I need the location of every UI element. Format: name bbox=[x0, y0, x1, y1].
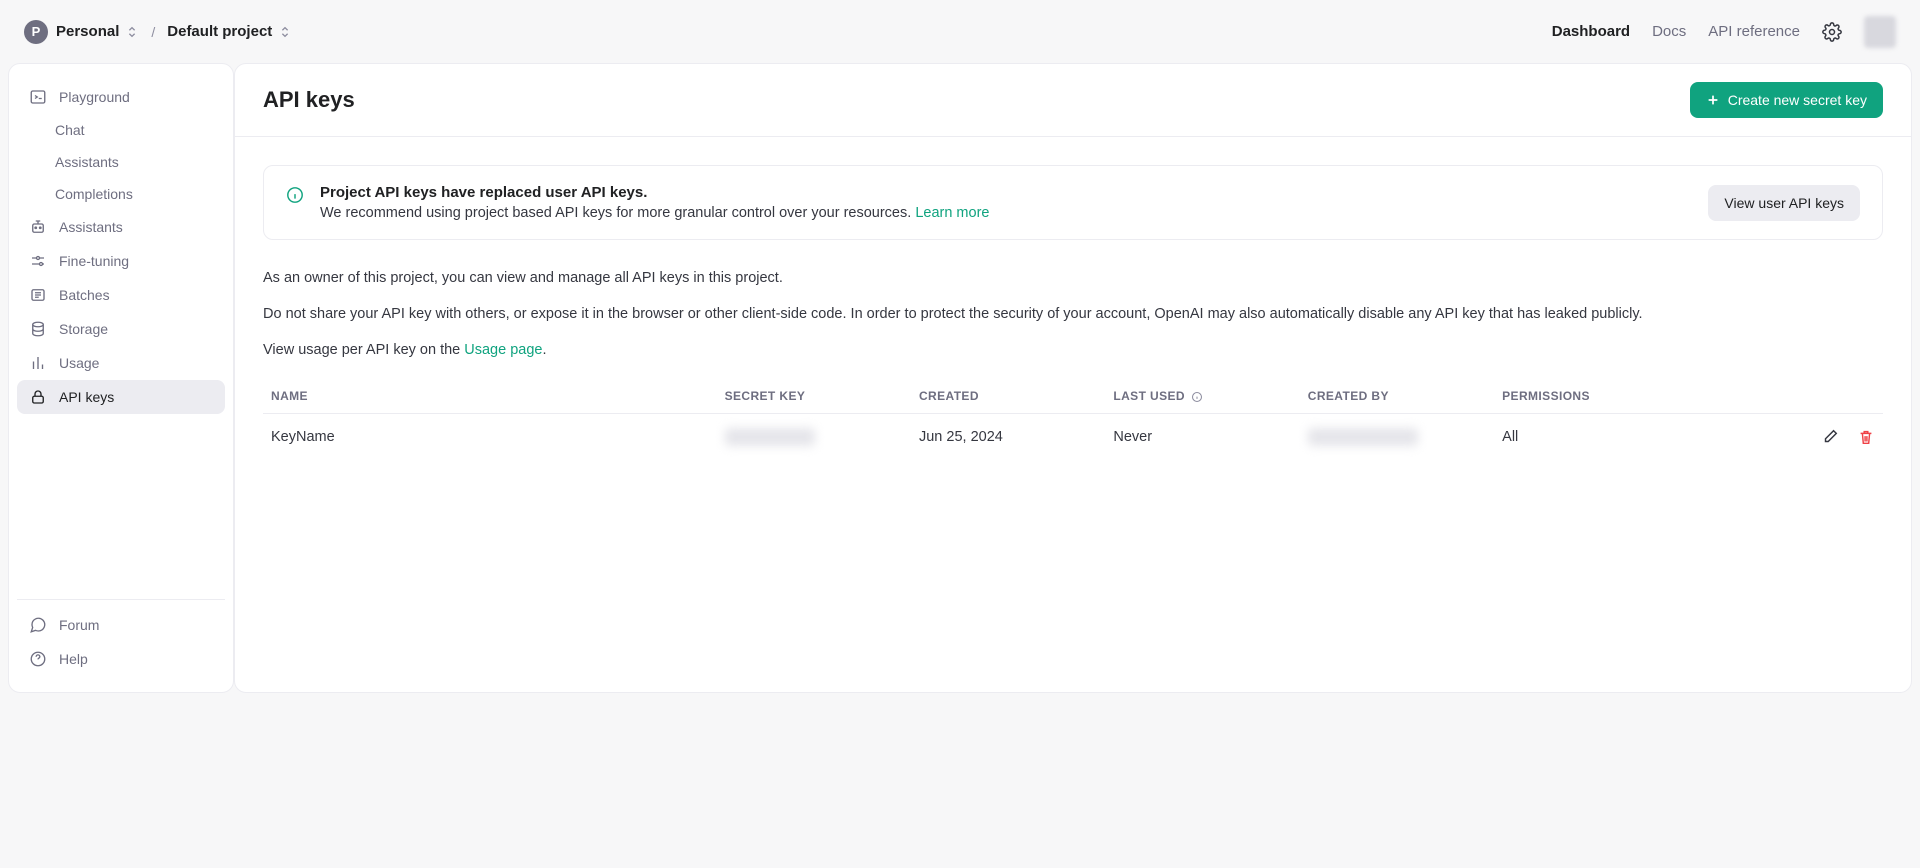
sidebar-item-label: Chat bbox=[55, 122, 85, 138]
terminal-icon bbox=[29, 88, 47, 106]
edit-icon[interactable] bbox=[1821, 428, 1839, 446]
gear-icon bbox=[1822, 22, 1842, 42]
cell-secret-key: sk-…redacted bbox=[717, 414, 911, 461]
sidebar-nav: Playground Chat Assistants Completions A… bbox=[17, 80, 225, 591]
trash-icon[interactable] bbox=[1857, 428, 1875, 446]
cell-created-by: redacted bbox=[1300, 414, 1494, 461]
body-paragraph-3: View usage per API key on the Usage page… bbox=[263, 340, 1883, 362]
org-name: Personal bbox=[56, 23, 119, 40]
topbar: P Personal / Default project Dashboard D… bbox=[0, 0, 1920, 63]
sidebar-item-storage[interactable]: Storage bbox=[17, 312, 225, 346]
nav-dashboard[interactable]: Dashboard bbox=[1552, 23, 1630, 40]
view-user-api-keys-button[interactable]: View user API keys bbox=[1708, 185, 1860, 221]
create-secret-key-button[interactable]: Create new secret key bbox=[1690, 82, 1883, 118]
sidebar-item-fine-tuning[interactable]: Fine-tuning bbox=[17, 244, 225, 278]
cell-created: Jun 25, 2024 bbox=[911, 414, 1105, 461]
sidebar-item-usage[interactable]: Usage bbox=[17, 346, 225, 380]
project-switcher[interactable]: Default project bbox=[167, 23, 292, 40]
p3-suffix: . bbox=[542, 342, 546, 358]
info-desc: We recommend using project based API key… bbox=[320, 205, 1692, 221]
sidebar-item-label: Fine-tuning bbox=[59, 253, 129, 269]
breadcrumb-separator: / bbox=[147, 24, 159, 40]
sidebar-item-assistants-sub[interactable]: Assistants bbox=[17, 146, 225, 178]
project-name: Default project bbox=[167, 23, 272, 40]
info-icon bbox=[286, 186, 304, 204]
org-avatar: P bbox=[24, 20, 48, 44]
info-box: Project API keys have replaced user API … bbox=[263, 165, 1883, 240]
cell-permissions: All bbox=[1494, 414, 1721, 461]
cell-actions bbox=[1721, 414, 1883, 461]
message-icon bbox=[29, 616, 47, 634]
create-button-label: Create new secret key bbox=[1728, 92, 1867, 108]
sidebar-item-assistants[interactable]: Assistants bbox=[17, 210, 225, 244]
p3-prefix: View usage per API key on the bbox=[263, 342, 464, 358]
help-icon bbox=[29, 650, 47, 668]
sidebar-item-completions[interactable]: Completions bbox=[17, 178, 225, 210]
nav-api-reference[interactable]: API reference bbox=[1708, 23, 1800, 40]
sidebar-item-help[interactable]: Help bbox=[17, 642, 225, 676]
th-last-used-label: LAST USED bbox=[1113, 389, 1185, 403]
database-icon bbox=[29, 320, 47, 338]
th-permissions: PERMISSIONS bbox=[1494, 379, 1721, 414]
created-by-redacted: redacted bbox=[1308, 428, 1418, 446]
sidebar-item-label: Help bbox=[59, 651, 88, 667]
lock-icon bbox=[29, 388, 47, 406]
th-last-used: LAST USED bbox=[1105, 379, 1299, 414]
bar-chart-icon bbox=[29, 354, 47, 372]
nav-docs[interactable]: Docs bbox=[1652, 23, 1686, 40]
sidebar: Playground Chat Assistants Completions A… bbox=[8, 63, 234, 693]
th-created-by: CREATED BY bbox=[1300, 379, 1494, 414]
sidebar-item-label: Storage bbox=[59, 321, 108, 337]
sidebar-item-chat[interactable]: Chat bbox=[17, 114, 225, 146]
cell-last-used: Never bbox=[1105, 414, 1299, 461]
page-title: API keys bbox=[263, 87, 355, 113]
th-name: NAME bbox=[263, 379, 717, 414]
sidebar-item-playground[interactable]: Playground bbox=[17, 80, 225, 114]
org-switcher[interactable]: Personal bbox=[56, 23, 139, 40]
th-secret-key: SECRET KEY bbox=[717, 379, 911, 414]
sidebar-item-label: Assistants bbox=[59, 219, 123, 235]
main-body: Project API keys have replaced user API … bbox=[235, 137, 1911, 488]
sidebar-item-label: Playground bbox=[59, 89, 130, 105]
th-actions bbox=[1721, 379, 1883, 414]
table-row: KeyName sk-…redacted Jun 25, 2024 Never … bbox=[263, 414, 1883, 461]
sidebar-item-label: Batches bbox=[59, 287, 110, 303]
body-paragraph-1: As an owner of this project, you can vie… bbox=[263, 268, 1883, 290]
list-icon bbox=[29, 286, 47, 304]
sidebar-item-api-keys[interactable]: API keys bbox=[17, 380, 225, 414]
robot-icon bbox=[29, 218, 47, 236]
api-keys-table: NAME SECRET KEY CREATED LAST USED CREATE… bbox=[263, 379, 1883, 460]
sidebar-item-label: Assistants bbox=[55, 154, 119, 170]
sidebar-footer: Forum Help bbox=[17, 599, 225, 676]
info-text: Project API keys have replaced user API … bbox=[320, 184, 1692, 221]
chevrons-up-down-icon bbox=[278, 25, 292, 39]
sidebar-item-label: Completions bbox=[55, 186, 133, 202]
cell-name: KeyName bbox=[263, 414, 717, 461]
main-panel: API keys Create new secret key Project A… bbox=[234, 63, 1912, 693]
th-created: CREATED bbox=[911, 379, 1105, 414]
plus-icon bbox=[1706, 93, 1720, 107]
info-desc-text: We recommend using project based API key… bbox=[320, 205, 915, 221]
secret-key-redacted: sk-…redacted bbox=[725, 428, 815, 446]
usage-page-link[interactable]: Usage page bbox=[464, 342, 542, 358]
info-title: Project API keys have replaced user API … bbox=[320, 184, 1692, 201]
layout: Playground Chat Assistants Completions A… bbox=[0, 63, 1920, 701]
main-header: API keys Create new secret key bbox=[235, 64, 1911, 137]
sidebar-item-label: API keys bbox=[59, 389, 114, 405]
chevrons-up-down-icon bbox=[125, 25, 139, 39]
top-nav: Dashboard Docs API reference bbox=[1552, 16, 1896, 48]
body-paragraph-2: Do not share your API key with others, o… bbox=[263, 304, 1883, 326]
settings-button[interactable] bbox=[1822, 22, 1842, 42]
sidebar-item-forum[interactable]: Forum bbox=[17, 608, 225, 642]
sliders-icon bbox=[29, 252, 47, 270]
info-icon-wrap bbox=[286, 186, 304, 207]
sidebar-item-label: Usage bbox=[59, 355, 99, 371]
info-icon bbox=[1191, 391, 1203, 403]
sidebar-item-batches[interactable]: Batches bbox=[17, 278, 225, 312]
learn-more-link[interactable]: Learn more bbox=[915, 205, 989, 221]
user-avatar[interactable] bbox=[1864, 16, 1896, 48]
sidebar-item-label: Forum bbox=[59, 617, 99, 633]
breadcrumb: P Personal / Default project bbox=[24, 20, 292, 44]
